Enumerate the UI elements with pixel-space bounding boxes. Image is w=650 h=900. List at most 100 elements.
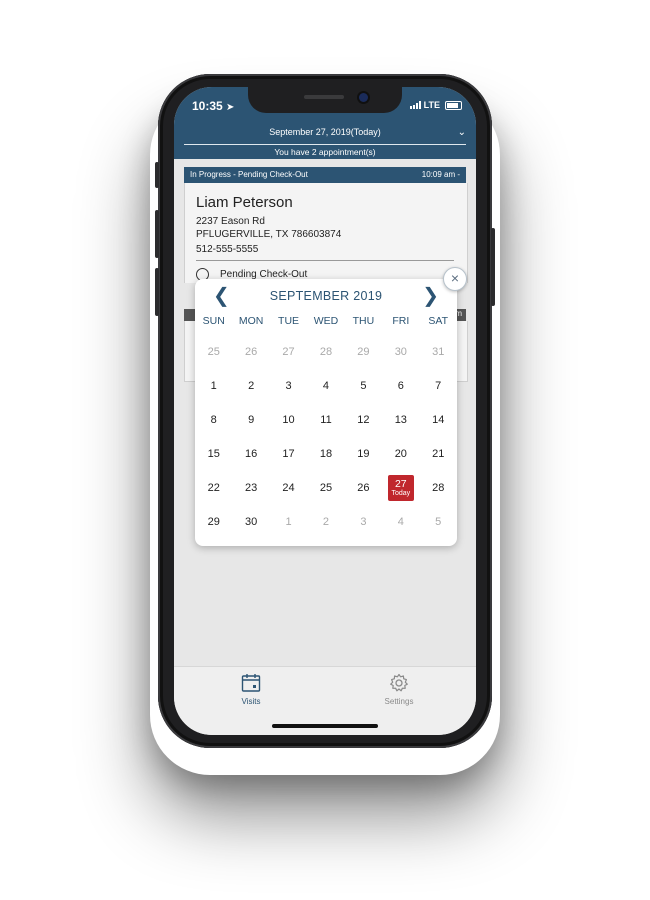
weekday-label: SAT: [428, 315, 449, 327]
today-label: Today: [391, 490, 411, 498]
calendar-day[interactable]: 25: [195, 335, 232, 369]
calendar-day[interactable]: 1: [195, 369, 232, 403]
day-number: 27: [394, 477, 407, 490]
power-button: [491, 228, 495, 306]
client-phone[interactable]: 512-555-5555: [196, 244, 258, 255]
weekday-label: FRI: [392, 315, 410, 327]
calendar-day[interactable]: 22: [195, 471, 232, 505]
phone-screen: 10:35 ➤ LTE September 27, 2019(Today) ⌄ …: [174, 87, 476, 735]
weekday-header: SUN MON TUE WED THU FRI SAT: [195, 315, 457, 327]
calendar-day[interactable]: 1: [270, 505, 307, 539]
calendar-day[interactable]: 7: [420, 369, 457, 403]
client-address-line1: 2237 Eason Rd: [196, 216, 265, 227]
calendar-day[interactable]: 2: [232, 369, 269, 403]
calendar-day[interactable]: 25: [307, 471, 344, 505]
calendar-day[interactable]: 5: [345, 369, 382, 403]
calendar-day-today[interactable]: 27 Today: [382, 471, 419, 505]
calendar-day[interactable]: 6: [382, 369, 419, 403]
battery-icon: [445, 100, 462, 110]
calendar-day[interactable]: 21: [420, 437, 457, 471]
signal-icon: [409, 101, 421, 109]
tab-bar: Visits Settings: [174, 666, 476, 735]
calendar-day[interactable]: 9: [232, 403, 269, 437]
calendar-day[interactable]: 23: [232, 471, 269, 505]
calendar-day[interactable]: 30: [232, 505, 269, 539]
calendar-day[interactable]: 30: [382, 335, 419, 369]
visit-status: In Progress - Pending Check-Out: [190, 170, 308, 179]
status-time-text: 10:35: [192, 99, 223, 113]
card-divider: [196, 260, 454, 261]
calendar-day[interactable]: 29: [195, 505, 232, 539]
calendar-day[interactable]: 17: [270, 437, 307, 471]
calendar-day[interactable]: 2: [307, 505, 344, 539]
visit-status-bar: In Progress - Pending Check-Out 10:09 am…: [184, 167, 466, 183]
calendar-day[interactable]: 26: [345, 471, 382, 505]
calendar-day[interactable]: 28: [420, 471, 457, 505]
home-indicator[interactable]: [272, 724, 378, 728]
calendar-day[interactable]: 4: [307, 369, 344, 403]
tab-settings[interactable]: Settings: [359, 673, 439, 706]
calendar-day[interactable]: 29: [345, 335, 382, 369]
calendar-day[interactable]: 19: [345, 437, 382, 471]
client-address-line2: PFLUGERVILLE, TX 786603874: [196, 229, 342, 240]
status-time: 10:35 ➤: [192, 99, 234, 113]
weekday-label: SUN: [202, 315, 225, 327]
calendar-icon: [241, 674, 261, 692]
calendar-day[interactable]: 14: [420, 403, 457, 437]
calendar-week-row: 25 26 27 28 29 30 31: [195, 335, 457, 369]
front-camera: [359, 93, 368, 102]
close-calendar-button[interactable]: ×: [443, 267, 467, 291]
calendar-day[interactable]: 28: [307, 335, 344, 369]
weekday-label: TUE: [278, 315, 300, 327]
calendar-day[interactable]: 27: [270, 335, 307, 369]
calendar-month-title: SEPTEMBER 2019: [269, 289, 383, 303]
calendar-day[interactable]: 11: [307, 403, 344, 437]
weekday-label: MON: [238, 315, 264, 327]
calendar-day[interactable]: 13: [382, 403, 419, 437]
client-name: Liam Peterson: [196, 194, 293, 211]
appointment-count: You have 2 appointment(s): [274, 147, 376, 157]
network-label: LTE: [423, 100, 440, 110]
calendar-day[interactable]: 16: [232, 437, 269, 471]
calendar-week-row: 22 23 24 25 26 27 Today 28: [195, 471, 457, 505]
calendar-day[interactable]: 18: [307, 437, 344, 471]
speaker: [304, 95, 344, 99]
tab-visits[interactable]: Visits: [211, 673, 291, 706]
calendar-week-row: 29 30 1 2 3 4 5: [195, 505, 457, 539]
calendar-day[interactable]: 20: [382, 437, 419, 471]
calendar-day[interactable]: 8: [195, 403, 232, 437]
notch: [248, 87, 402, 113]
calendar-popup: ❮ SEPTEMBER 2019 ❯ SUN MON TUE WED THU F…: [195, 279, 457, 546]
calendar-day[interactable]: 10: [270, 403, 307, 437]
volume-down-button: [155, 268, 159, 316]
next-month-icon[interactable]: ❯: [422, 283, 439, 308]
visit-card[interactable]: Liam Peterson 2237 Eason Rd PFLUGERVILLE…: [184, 183, 468, 283]
status-indicators: LTE: [409, 100, 462, 110]
location-arrow-icon: ➤: [226, 102, 235, 113]
calendar-grid: 25 26 27 28 29 30 31 1 2 3 4 5 6 7 8 9 10 11 12 13 14 15 16 17 1…: [195, 335, 457, 539]
visit-time: 10:09 am -: [421, 170, 460, 179]
calendar-day[interactable]: 24: [270, 471, 307, 505]
volume-up-button: [155, 210, 159, 258]
calendar-week-row: 1234567: [195, 369, 457, 403]
mute-switch: [155, 162, 159, 188]
calendar-day[interactable]: 3: [345, 505, 382, 539]
tab-settings-label: Settings: [384, 697, 414, 706]
gear-icon: [390, 673, 408, 692]
weekday-label: WED: [313, 315, 339, 327]
weekday-label: THU: [352, 315, 375, 327]
calendar-day[interactable]: 3: [270, 369, 307, 403]
calendar-day[interactable]: 26: [232, 335, 269, 369]
calendar-week-row: 15 16 17 18 19 20 21: [195, 437, 457, 471]
date-selector[interactable]: September 27, 2019(Today): [174, 127, 476, 137]
today-highlight: 27 Today: [387, 475, 414, 501]
calendar-day[interactable]: 15: [195, 437, 232, 471]
calendar-day[interactable]: 4: [382, 505, 419, 539]
header-divider: [184, 144, 466, 145]
calendar-day[interactable]: 12: [345, 403, 382, 437]
calendar-day[interactable]: 31: [420, 335, 457, 369]
chevron-down-icon[interactable]: ⌄: [458, 127, 466, 138]
calendar-day[interactable]: 5: [420, 505, 457, 539]
calendar-week-row: 8 9 10 11 12 13 14: [195, 403, 457, 437]
tab-visits-label: Visits: [241, 697, 261, 706]
